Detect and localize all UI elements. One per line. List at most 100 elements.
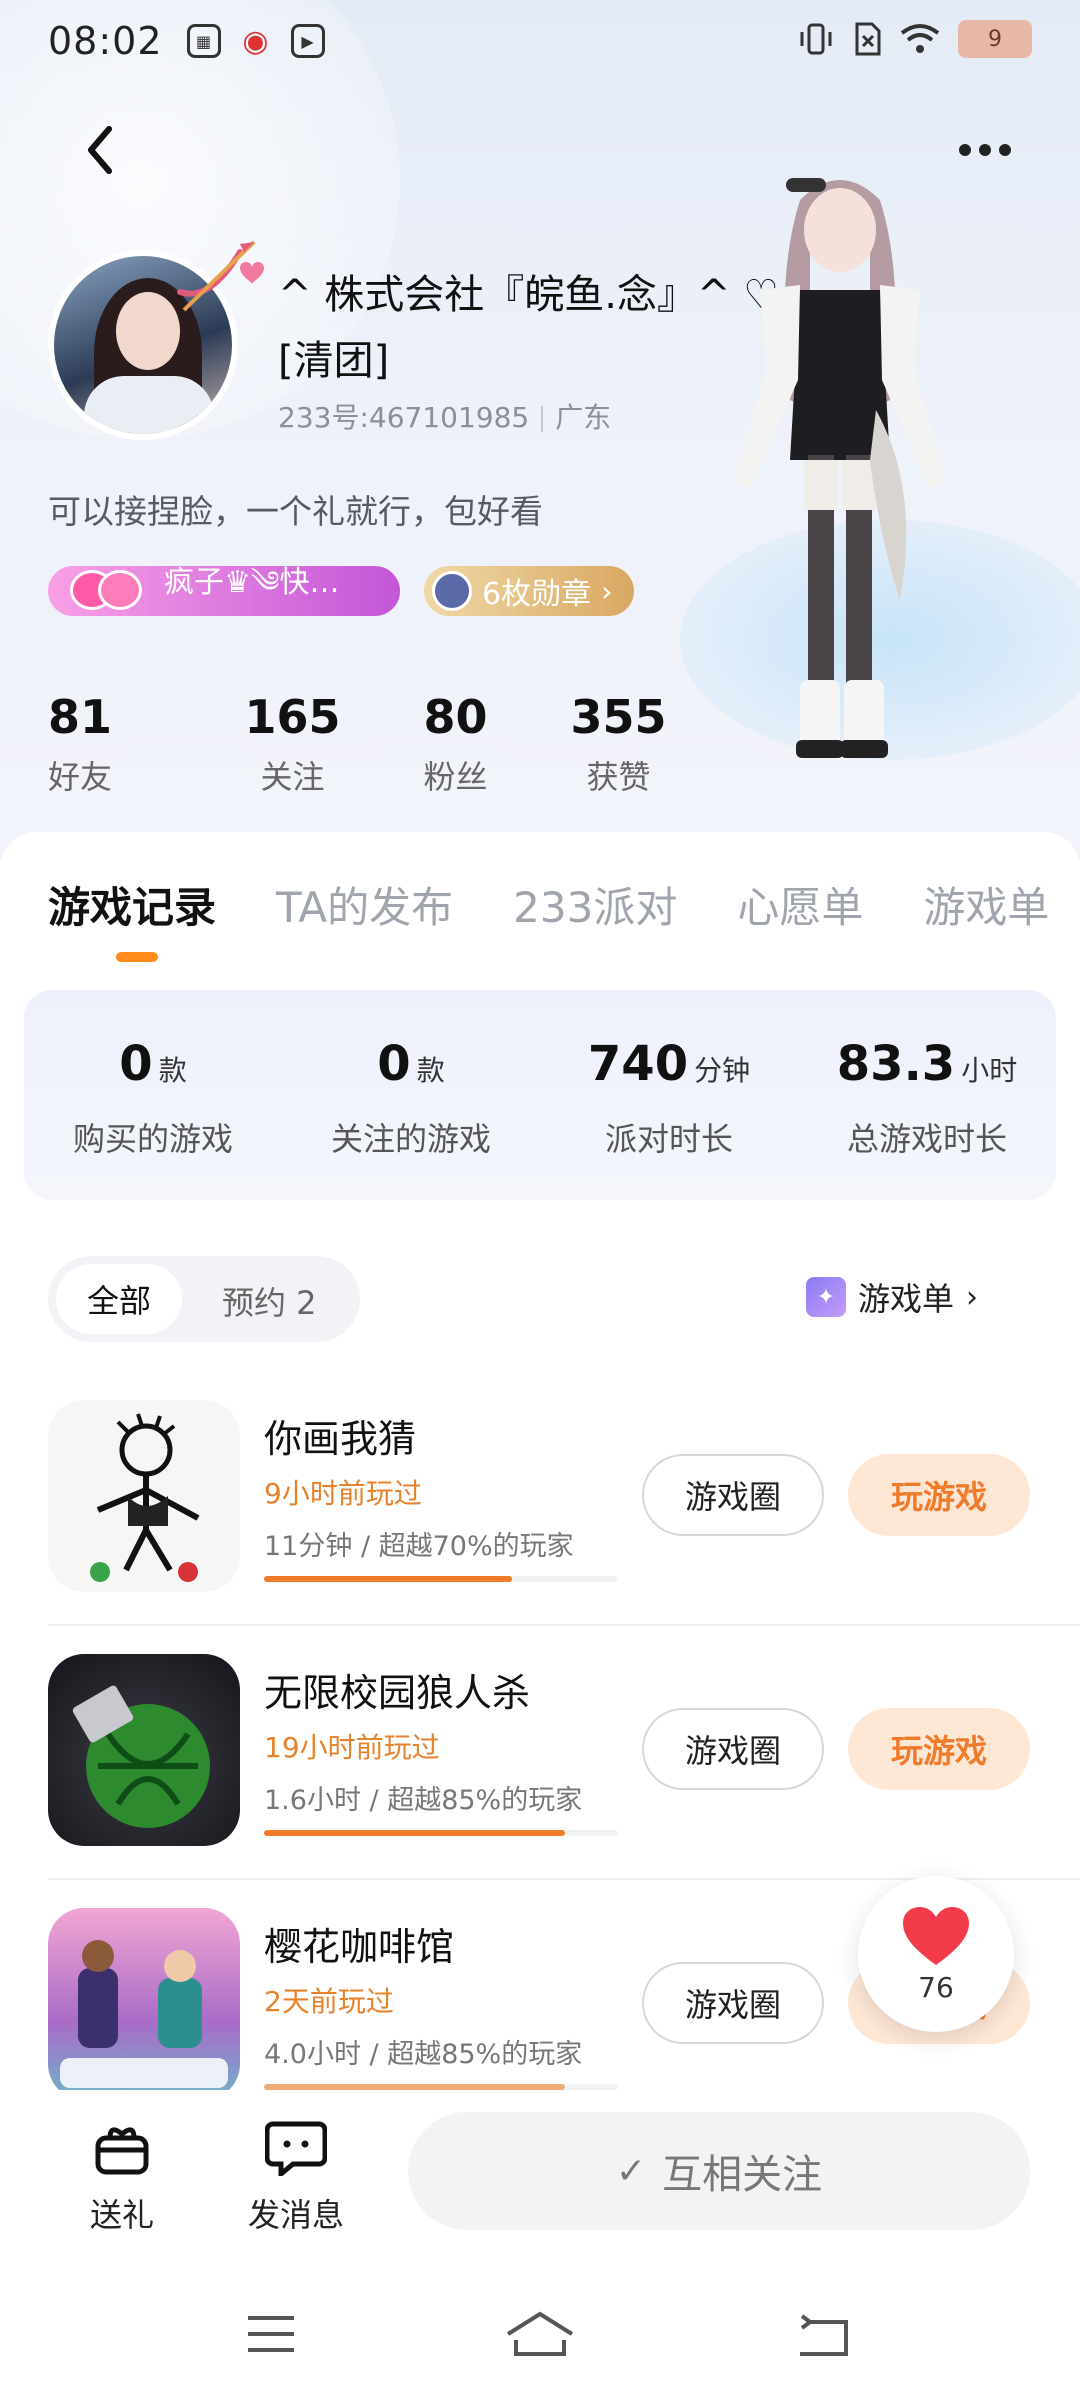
summary-value: 0 [377,1036,411,1092]
game-title: 你画我猜 [264,1417,417,1461]
stat-following[interactable]: 165 关注 [211,690,374,798]
watermelon-icon [72,1685,210,1828]
game-list-link[interactable]: ✦ 游戏单 › [806,1274,978,1320]
game-circle-button[interactable]: 游戏圈 [642,1708,824,1790]
summary-unit: 款 [416,1054,445,1087]
game-item[interactable]: 你画我猜 9小时前玩过 11分钟 / 超越70%的玩家 游戏圈 玩游戏 [48,1372,1080,1626]
heart-wings-icon [44,564,156,618]
more-dot-icon [959,144,971,156]
tab-wishlist[interactable]: 心愿单 [737,874,863,935]
stat-value: 355 [570,690,667,744]
game-icon-sakura-coffee [48,1908,240,2100]
summary-label: 购买的游戏 [72,1120,233,1158]
stat-value: 165 [244,690,341,744]
display-name: ^ 株式会社『皖鱼.念』^ ♡. [278,272,792,318]
game-icon-werewolf [48,1654,240,1846]
tab-game-record[interactable]: 游戏记录 [48,874,216,935]
cupid-bow-frame-icon [177,240,264,312]
stat-value: 81 [48,690,113,744]
fan-club-tag[interactable]: 疯子♛༄快… [48,565,400,616]
profile-stats: 81 好友 165 关注 80 粉丝 355 获赞 [48,690,700,798]
sparkle-icon: ✦ [806,1277,846,1317]
gift-icon [95,2127,149,2175]
tab-game-list[interactable]: 游戏单 [923,874,1049,935]
user-region: 广东 [555,401,612,434]
game-circle-button[interactable]: 游戏圈 [642,1454,824,1536]
game-last-played: 9小时前玩过 [264,1477,422,1510]
summary-unit: 款 [158,1054,187,1087]
gift-button[interactable]: 送礼 [52,2120,192,2236]
playtime-progress [264,1830,618,1836]
stat-label: 好友 [48,758,113,796]
game-list-label: 游戏单 [858,1280,955,1318]
stat-likes[interactable]: 355 获赞 [537,690,700,798]
stat-followers[interactable]: 80 粉丝 [374,690,537,798]
summary-label: 派对时长 [604,1120,733,1158]
profile-tabs: 游戏记录 TA的发布 233派对 心愿单 游戏单 [48,874,1049,935]
video-notification-icon: ▶ [290,24,325,58]
tab-posts[interactable]: TA的发布 [276,874,453,935]
game-circle-button[interactable]: 游戏圈 [642,1962,824,2044]
message-button[interactable]: 发消息 [226,2120,366,2236]
summary-label: 总游戏时长 [846,1120,1007,1158]
game-last-played: 2天前玩过 [264,1985,394,2018]
chat-bubble-icon [264,2121,328,2180]
summary-label: 关注的游戏 [330,1120,491,1158]
playtime-progress [264,1576,618,1582]
more-options-button[interactable] [950,120,1020,180]
tab-party[interactable]: 233派对 [513,874,677,935]
menu-icon[interactable] [246,2314,296,2354]
chevron-right-icon: › [966,1279,979,1315]
filter-reserve[interactable]: 预约 2 [222,1278,317,1324]
heart-icon [903,1906,969,1965]
back-nav-icon[interactable] [796,2314,850,2358]
stat-label: 粉丝 [423,758,488,796]
gift-label: 送礼 [89,2196,154,2234]
like-float-button[interactable]: 76 [858,1876,1014,2032]
game-playtime: 1.6小时 / 超越85%的玩家 [264,1785,583,1816]
fan-tag-label: 疯子♛༄快… [164,565,340,600]
mutual-follow-button[interactable]: ✓ 互相关注 [408,2112,1030,2230]
summary-total-time: 83.3 小时 总游戏时长 [798,990,1056,1200]
display-name-suffix: [清团] [278,338,390,384]
back-button[interactable] [70,120,130,180]
summary-value: 740 [587,1036,689,1092]
check-icon: ✓ [615,2150,647,2192]
summary-unit: 分钟 [694,1054,751,1087]
game-filter: 全部 预约 2 [48,1256,360,1342]
stat-value: 80 [423,690,488,744]
follow-label: 互相关注 [662,2152,823,2198]
game-icon-draw-guess [48,1400,240,1592]
bio: 可以接捏脸，一个礼就行，包好看 [48,492,543,531]
medals-label: 6枚勋章 [482,577,592,612]
medals-tag[interactable]: 6枚勋章 › [424,566,635,616]
status-bar: 08:02 ▦ ◉ ▶ 9 [0,0,1080,82]
home-icon[interactable] [504,2310,576,2358]
stat-friends[interactable]: 81 好友 [48,690,118,798]
user-id-line: 233号:467101985 广东 [278,396,611,436]
filter-all[interactable]: 全部 [56,1264,182,1334]
summary-purchased[interactable]: 0款 购买的游戏 [24,990,282,1200]
message-label: 发消息 [247,2196,344,2234]
avatar-character[interactable] [720,160,960,780]
game-title: 樱花咖啡馆 [264,1925,455,1969]
weibo-notification-icon: ◉ [242,23,269,59]
like-count: 76 [918,1970,954,2004]
summary-followed[interactable]: 0款 关注的游戏 [282,990,540,1200]
wifi-icon [900,24,940,53]
more-dot-icon [999,144,1011,156]
summary-unit: 小时 [961,1054,1018,1087]
medal-icon [432,571,472,611]
vibrate-icon [800,23,832,55]
game-summary: 0款 购买的游戏 0款 关注的游戏 740 分钟 派对时长 83.3 小时 总游戏时… [24,990,1056,1200]
bottom-action-bar: 送礼 发消息 ✓ 互相关注 [0,2090,1080,2250]
user-id[interactable]: 233号:467101985 [278,401,529,434]
game-item[interactable]: 无限校园狼人杀 19小时前玩过 1.6小时 / 超越85%的玩家 游戏圈 玩游戏 [48,1626,1080,1880]
play-game-button[interactable]: 玩游戏 [848,1708,1030,1790]
more-dot-icon [979,144,991,156]
play-game-button[interactable]: 玩游戏 [848,1454,1030,1536]
battery-level: 9 [988,26,1002,52]
chevron-left-icon [88,126,112,174]
summary-party-time: 740 分钟 派对时长 [540,990,798,1200]
playtime-progress-fill [264,1830,565,1836]
